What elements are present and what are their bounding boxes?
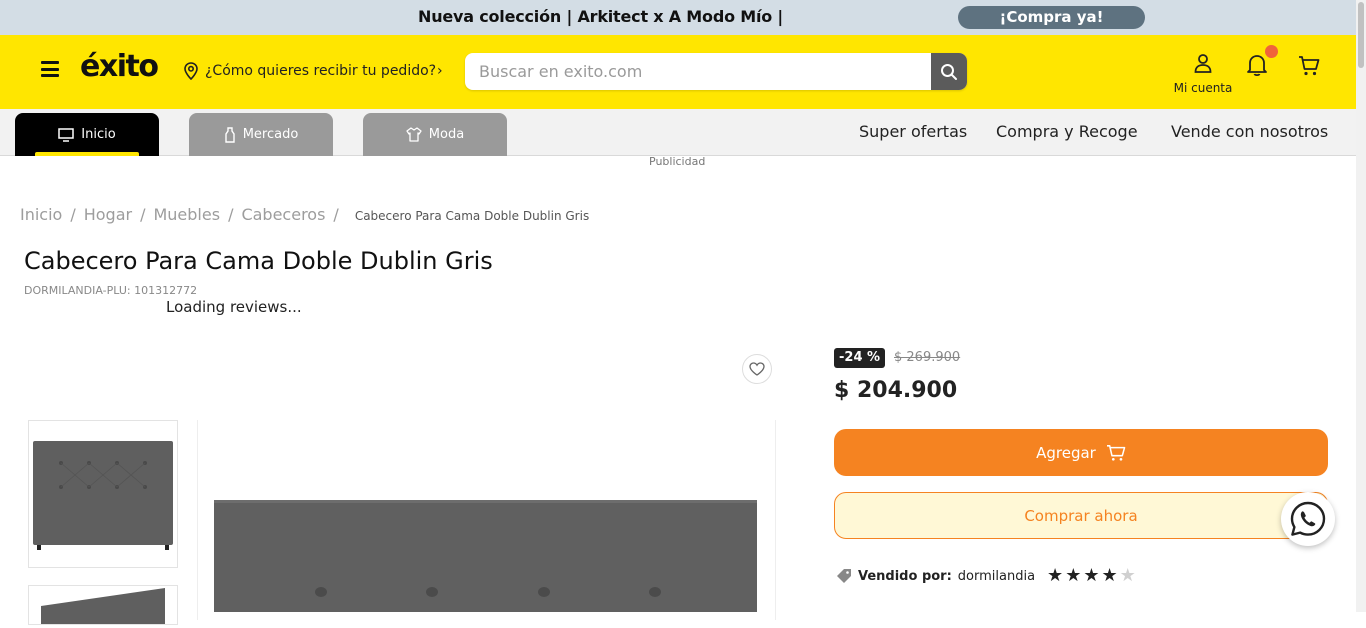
promo-cta-button[interactable]: ¡Compra ya! [958, 6, 1145, 29]
tab-label: Moda [428, 127, 465, 142]
user-icon [1194, 54, 1212, 73]
scrollbar-thumb[interactable] [1358, 2, 1364, 68]
seller-info: Vendido por: dormilandia ★ ★ ★ ★ ★ [836, 567, 1136, 585]
category-nav: Inicio Mercado Moda Super ofertas Compra… [0, 109, 1356, 156]
tab-mercado[interactable]: Mercado [189, 113, 333, 156]
location-pin-icon[interactable] [183, 62, 199, 80]
monitor-icon [58, 127, 75, 142]
reviews-status: Loading reviews... [166, 298, 302, 316]
star-icon: ★ [1047, 565, 1064, 586]
headboard-angle-thumbnail-image [41, 588, 165, 624]
exito-logo[interactable]: éxito [80, 49, 159, 84]
menu-icon[interactable] [41, 61, 59, 77]
heart-icon [749, 362, 765, 376]
whatsapp-button[interactable] [1281, 492, 1335, 546]
star-icon: ★ [1083, 565, 1100, 586]
ad-label: Publicidad [649, 155, 706, 168]
chevron-right-icon[interactable]: › [437, 63, 443, 79]
search-box [465, 53, 967, 90]
breadcrumb-item[interactable]: Hogar [84, 205, 132, 224]
tag-icon [837, 569, 851, 583]
buy-now-button[interactable]: Comprar ahora [834, 492, 1328, 539]
breadcrumb-item[interactable]: Cabeceros [241, 205, 325, 224]
seller-label: Vendido por: [858, 568, 952, 584]
nav-link-compra-y-recoge[interactable]: Compra y Recoge [996, 122, 1138, 141]
whatsapp-icon [1290, 501, 1326, 536]
account-button[interactable]: Mi cuenta [1170, 53, 1236, 95]
seller-rating: ★ ★ ★ ★ ★ [1047, 567, 1136, 585]
product-thumbnail[interactable] [28, 420, 178, 568]
breadcrumb-item[interactable]: Inicio [20, 205, 62, 224]
breadcrumb-current: Cabecero Para Cama Doble Dublin Gris [354, 209, 590, 223]
active-tab-indicator [35, 152, 139, 156]
search-input[interactable] [479, 53, 919, 90]
breadcrumb-separator: / [228, 205, 234, 224]
star-icon: ★ [1065, 565, 1082, 586]
old-price: $ 269.900 [894, 350, 961, 365]
tab-moda[interactable]: Moda [363, 113, 507, 156]
bell-icon[interactable] [1246, 53, 1268, 77]
logo-text: éxito [80, 49, 159, 84]
product-main-image[interactable] [197, 420, 776, 628]
tab-inicio[interactable]: Inicio [15, 113, 159, 156]
breadcrumb-separator: / [333, 205, 339, 224]
search-icon [941, 63, 957, 80]
breadcrumb-separator: / [70, 205, 76, 224]
shirt-icon [406, 127, 422, 142]
headboard-main-image [214, 500, 757, 628]
product-sku: DORMILANDIA-PLU: 101312772 [24, 284, 198, 297]
star-icon: ★ [1101, 565, 1118, 586]
product-title: Cabecero Para Cama Doble Dublin Gris [24, 247, 493, 275]
headboard-thumbnail-image [33, 441, 173, 550]
current-price: $ 204.900 [834, 378, 958, 403]
breadcrumb: Inicio / Hogar / Muebles / Cabeceros / C… [20, 205, 589, 224]
header: éxito ¿Cómo quieres recibir tu pedido? ›… [0, 35, 1356, 109]
promo-bar: Nueva colección | Arkitect x A Modo Mío … [0, 0, 1356, 35]
search-button[interactable] [931, 53, 967, 90]
discount-badge: -24 % [834, 348, 886, 368]
bottle-icon [225, 126, 235, 143]
nav-link-super-ofertas[interactable]: Super ofertas [859, 122, 967, 141]
nav-link-vende-con-nosotros[interactable]: Vende con nosotros [1171, 122, 1328, 141]
cart-add-icon [1106, 444, 1126, 461]
tab-label: Inicio [81, 127, 116, 142]
tab-label: Mercado [242, 127, 299, 142]
notification-badge [1265, 45, 1278, 58]
delivery-prompt[interactable]: ¿Cómo quieres recibir tu pedido? [205, 63, 436, 79]
product-thumbnail[interactable] [28, 585, 178, 625]
add-to-cart-button[interactable]: Agregar [834, 429, 1328, 476]
breadcrumb-separator: / [140, 205, 146, 224]
add-to-cart-label: Agregar [1036, 443, 1096, 462]
seller-name[interactable]: dormilandia [958, 569, 1035, 584]
page-scrollbar[interactable] [1356, 0, 1366, 612]
promo-text[interactable]: Nueva colección | Arkitect x A Modo Mío … [418, 7, 783, 26]
account-label: Mi cuenta [1173, 81, 1233, 95]
star-icon: ★ [1119, 565, 1136, 586]
favorite-button[interactable] [742, 354, 772, 384]
cart-icon[interactable] [1298, 55, 1320, 77]
breadcrumb-item[interactable]: Muebles [153, 205, 220, 224]
